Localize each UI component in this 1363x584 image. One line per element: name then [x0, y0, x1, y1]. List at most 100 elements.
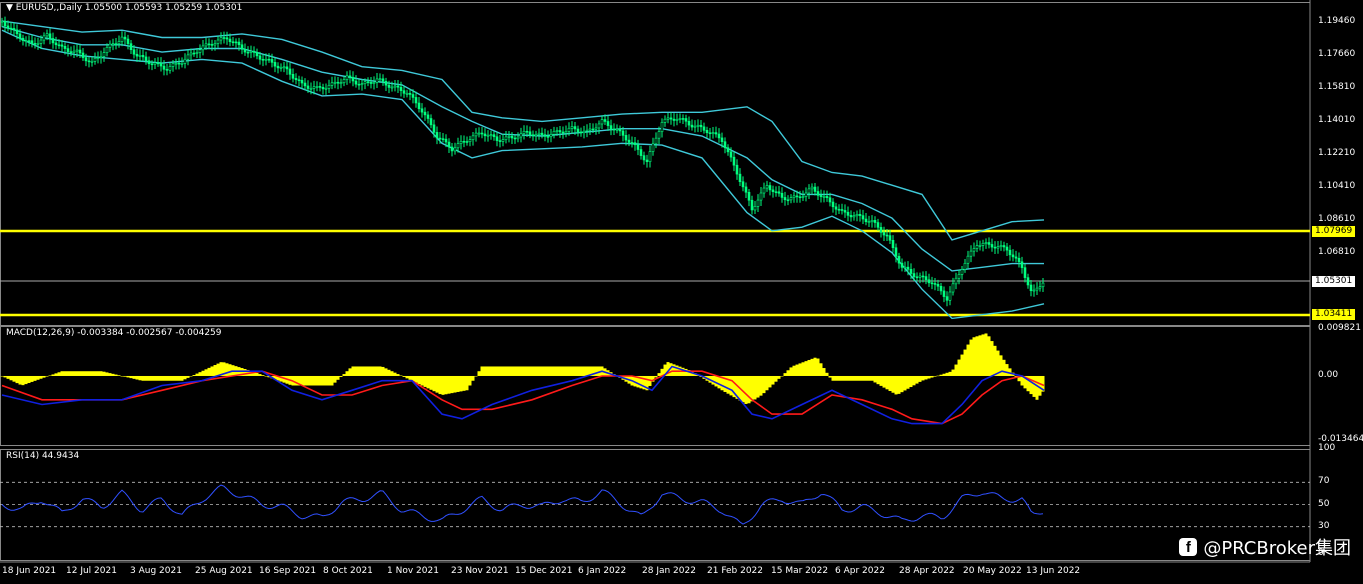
macd-histogram-bar [99, 371, 103, 376]
candle-body [876, 222, 880, 228]
macd-histogram-bar [159, 375, 163, 381]
candle-body [261, 58, 265, 61]
candle-body [642, 155, 646, 161]
candle-body [819, 195, 823, 197]
candle-body [183, 58, 187, 64]
lower-level-tag: 1.03411 [1312, 309, 1356, 320]
candle-body [156, 62, 160, 65]
macd-histogram-bar [153, 375, 157, 381]
macd-histogram-bar [909, 375, 913, 388]
candle-body [585, 129, 589, 132]
candle-body [747, 191, 751, 201]
macd-histogram-bar [180, 375, 184, 381]
candle-body [435, 132, 439, 139]
candle-body [393, 85, 397, 88]
candle-body [810, 186, 814, 190]
candle-body [147, 60, 151, 65]
candle-body [687, 120, 691, 126]
candle-body [846, 211, 850, 216]
macd-histogram-bar [474, 375, 478, 377]
macd-histogram-bar [75, 371, 79, 376]
main-chart-title: ▼ EURUSD,,Daily 1.05500 1.05593 1.05259 … [6, 3, 243, 13]
candle-body [624, 135, 628, 141]
macd-pane[interactable] [0, 333, 1045, 425]
candle-body [375, 78, 379, 83]
macd-histogram-bar [81, 371, 85, 376]
candle-body [453, 147, 457, 152]
date-tick-label: 23 Nov 2021 [451, 566, 509, 576]
candle-body [168, 66, 172, 71]
candle-body [912, 273, 916, 278]
trading-chart[interactable] [0, 0, 1363, 584]
date-tick-label: 16 Sep 2021 [259, 566, 317, 576]
rsi-tick-label: 30 [1318, 520, 1330, 531]
macd-histogram-bar [825, 372, 829, 376]
macd-histogram-bar [165, 375, 169, 381]
macd-histogram-bar [468, 375, 472, 386]
candle-body [438, 137, 442, 140]
candle-body [153, 62, 157, 65]
candle-body [582, 130, 586, 134]
candle-body [195, 52, 199, 54]
candle-body [144, 56, 148, 61]
macd-histogram-bar [993, 345, 997, 376]
chevron-down-icon[interactable]: ▼ [6, 3, 16, 13]
macd-histogram-bar [396, 374, 400, 376]
candle-body [18, 33, 22, 39]
candle-body [705, 129, 709, 134]
candle-body [711, 132, 715, 134]
candle-body [162, 65, 166, 70]
macd-histogram-bar [144, 375, 148, 381]
rsi-pane[interactable] [0, 481, 1310, 528]
macd-histogram-bar [318, 375, 322, 386]
candle-body [72, 50, 76, 53]
candle-body [1035, 287, 1039, 291]
candle-body [558, 130, 562, 133]
candle-body [753, 206, 757, 211]
macd-histogram-bar [798, 363, 802, 376]
candle-body [186, 54, 190, 60]
candle-body [855, 214, 859, 217]
candle-body [279, 66, 283, 69]
macd-histogram-bar [894, 375, 898, 395]
date-tick-label: 6 Jan 2022 [578, 566, 627, 576]
macd-histogram-bar [330, 375, 334, 386]
macd-histogram-bar [786, 370, 790, 376]
candle-body [741, 181, 745, 188]
macd-histogram-bar [891, 375, 895, 393]
candle-body [108, 43, 112, 48]
rsi-tick-label: 70 [1318, 476, 1330, 487]
candle-body [606, 121, 610, 126]
candle-body [663, 118, 667, 123]
candle-body [384, 80, 388, 86]
candle-body [192, 52, 196, 55]
candle-body [27, 40, 31, 42]
macd-histogram-bar [585, 366, 589, 376]
candle-body [672, 118, 676, 121]
candle-body [468, 139, 472, 142]
date-tick-label: 3 Aug 2021 [130, 566, 182, 576]
candle-body [1011, 254, 1015, 258]
macd-histogram-bar [483, 366, 487, 376]
macd-histogram-bar [942, 373, 946, 376]
candle-body [777, 191, 781, 194]
candle-body [531, 134, 535, 137]
candle-body [534, 133, 538, 137]
candle-body [66, 48, 70, 52]
macd-histogram-bar [654, 375, 658, 378]
candle-body [570, 126, 574, 129]
macd-histogram-bar [912, 375, 916, 386]
macd-histogram-bar [423, 375, 427, 387]
price-pane[interactable] [0, 16, 1310, 320]
candle-body [114, 43, 118, 45]
candle-body [597, 123, 601, 129]
candle-body [918, 275, 922, 278]
macd-histogram-bar [834, 375, 838, 381]
candle-body [990, 244, 994, 248]
candle-body [258, 55, 262, 60]
candle-body [78, 49, 82, 54]
macd-histogram-bar [960, 354, 964, 376]
date-tick-label: 15 Mar 2022 [771, 566, 829, 576]
candle-body [726, 147, 730, 153]
candle-body [537, 132, 541, 135]
